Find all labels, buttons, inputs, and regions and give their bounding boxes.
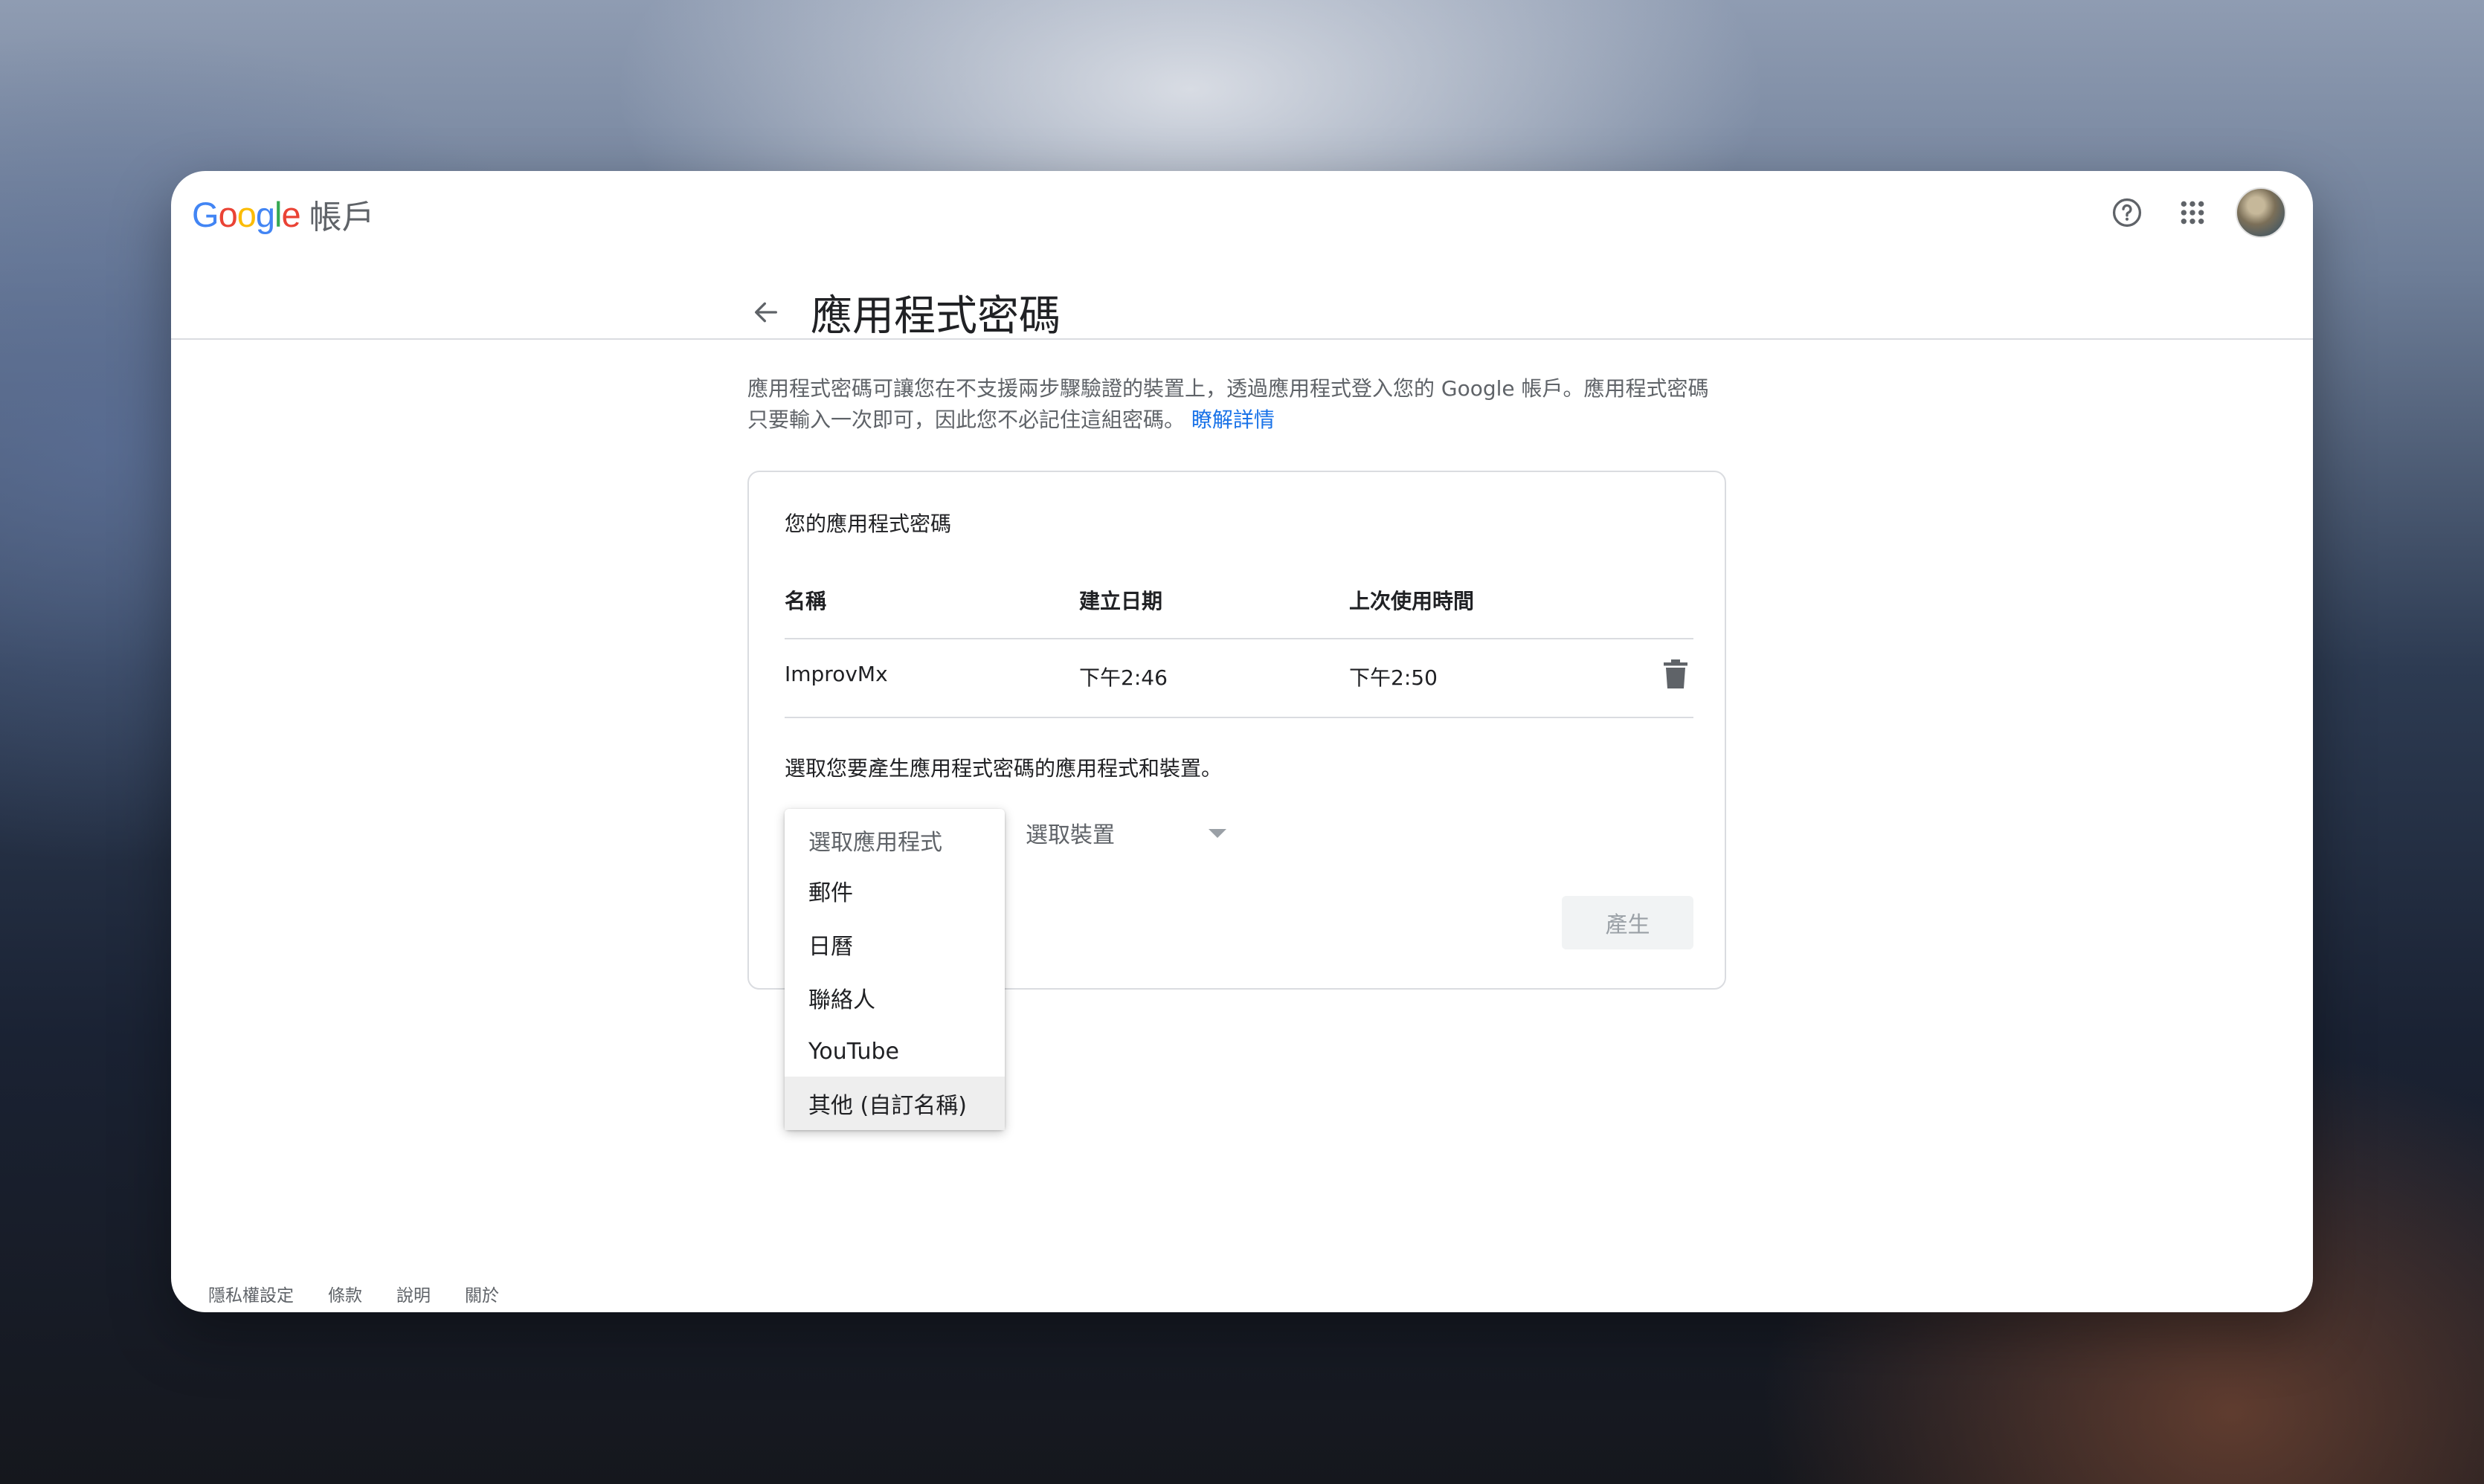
row-created: 下午2:46	[1079, 665, 1168, 690]
device-select[interactable]: 選取裝置	[1026, 814, 1226, 851]
app-option-calendar[interactable]: 日曆	[785, 917, 1005, 971]
product-name: 帳戶	[309, 199, 375, 236]
help-icon[interactable]	[2105, 190, 2149, 235]
learn-more-link[interactable]: 瞭解詳情	[1191, 407, 1275, 432]
generate-button[interactable]: 產生	[1562, 896, 1693, 949]
column-header-name: 名稱	[785, 589, 827, 613]
column-header-created: 建立日期	[1079, 589, 1163, 613]
top-bar: Google 帳戶	[171, 171, 2313, 260]
apps-grid-icon[interactable]	[2170, 190, 2215, 235]
google-wordmark: Google	[192, 194, 301, 235]
footer-link-terms[interactable]: 條款	[328, 1281, 362, 1306]
logo-letter: o	[237, 194, 257, 234]
app-option-other[interactable]: 其他 (自訂名稱)	[785, 1077, 1005, 1130]
app-option-contacts[interactable]: 聯絡人	[785, 971, 1005, 1025]
dropdown-caret-icon	[1209, 829, 1226, 838]
logo-letter: l	[274, 194, 283, 234]
logo-letter: g	[255, 194, 275, 234]
avatar[interactable]	[2236, 187, 2286, 238]
header-divider	[171, 338, 2313, 340]
back-arrow-icon[interactable]	[744, 290, 788, 335]
app-select-placeholder[interactable]: 選取應用程式	[808, 824, 942, 856]
row-last-used: 下午2:50	[1349, 665, 1438, 690]
logo-letter: e	[281, 194, 300, 234]
app-option-mail[interactable]: 郵件	[785, 864, 1005, 917]
app-option-youtube[interactable]: YouTube	[785, 1025, 1005, 1078]
footer-link-about[interactable]: 關於	[465, 1281, 499, 1306]
page-title: 應用程式密碼	[811, 291, 1061, 341]
footer: 隱私權設定 條款 說明 關於	[208, 1281, 533, 1306]
page-description: 應用程式密碼可讓您在不支援兩步驟驗證的裝置上，透過應用程式登入您的 Google…	[747, 373, 1729, 436]
footer-link-help[interactable]: 說明	[396, 1281, 431, 1306]
card-title: 您的應用程式密碼	[785, 512, 952, 536]
select-prompt: 選取您要產生應用程式密碼的應用程式和裝置。	[785, 756, 1223, 781]
google-account-logo[interactable]: Google 帳戶	[192, 190, 375, 238]
top-icons	[2084, 187, 2286, 238]
logo-letter: G	[192, 194, 219, 234]
app-select-dropdown[interactable]: 選取應用程式 郵件 日曆 聯絡人 YouTube 其他 (自訂名稱)	[785, 809, 1005, 1130]
delete-icon[interactable]	[1661, 658, 1690, 691]
browser-window: Google 帳戶 應用程式密碼 應用程式密碼可讓您在不支援兩步驟驗證的裝置上，…	[171, 171, 2313, 1312]
logo-letter: o	[218, 194, 238, 234]
footer-link-privacy[interactable]: 隱私權設定	[208, 1281, 294, 1306]
device-select-label: 選取裝置	[1026, 822, 1115, 848]
column-header-last-used: 上次使用時間	[1349, 589, 1475, 613]
table-header-divider	[785, 638, 1693, 639]
row-name: ImprovMx	[785, 662, 888, 686]
table-row-divider	[785, 717, 1693, 718]
